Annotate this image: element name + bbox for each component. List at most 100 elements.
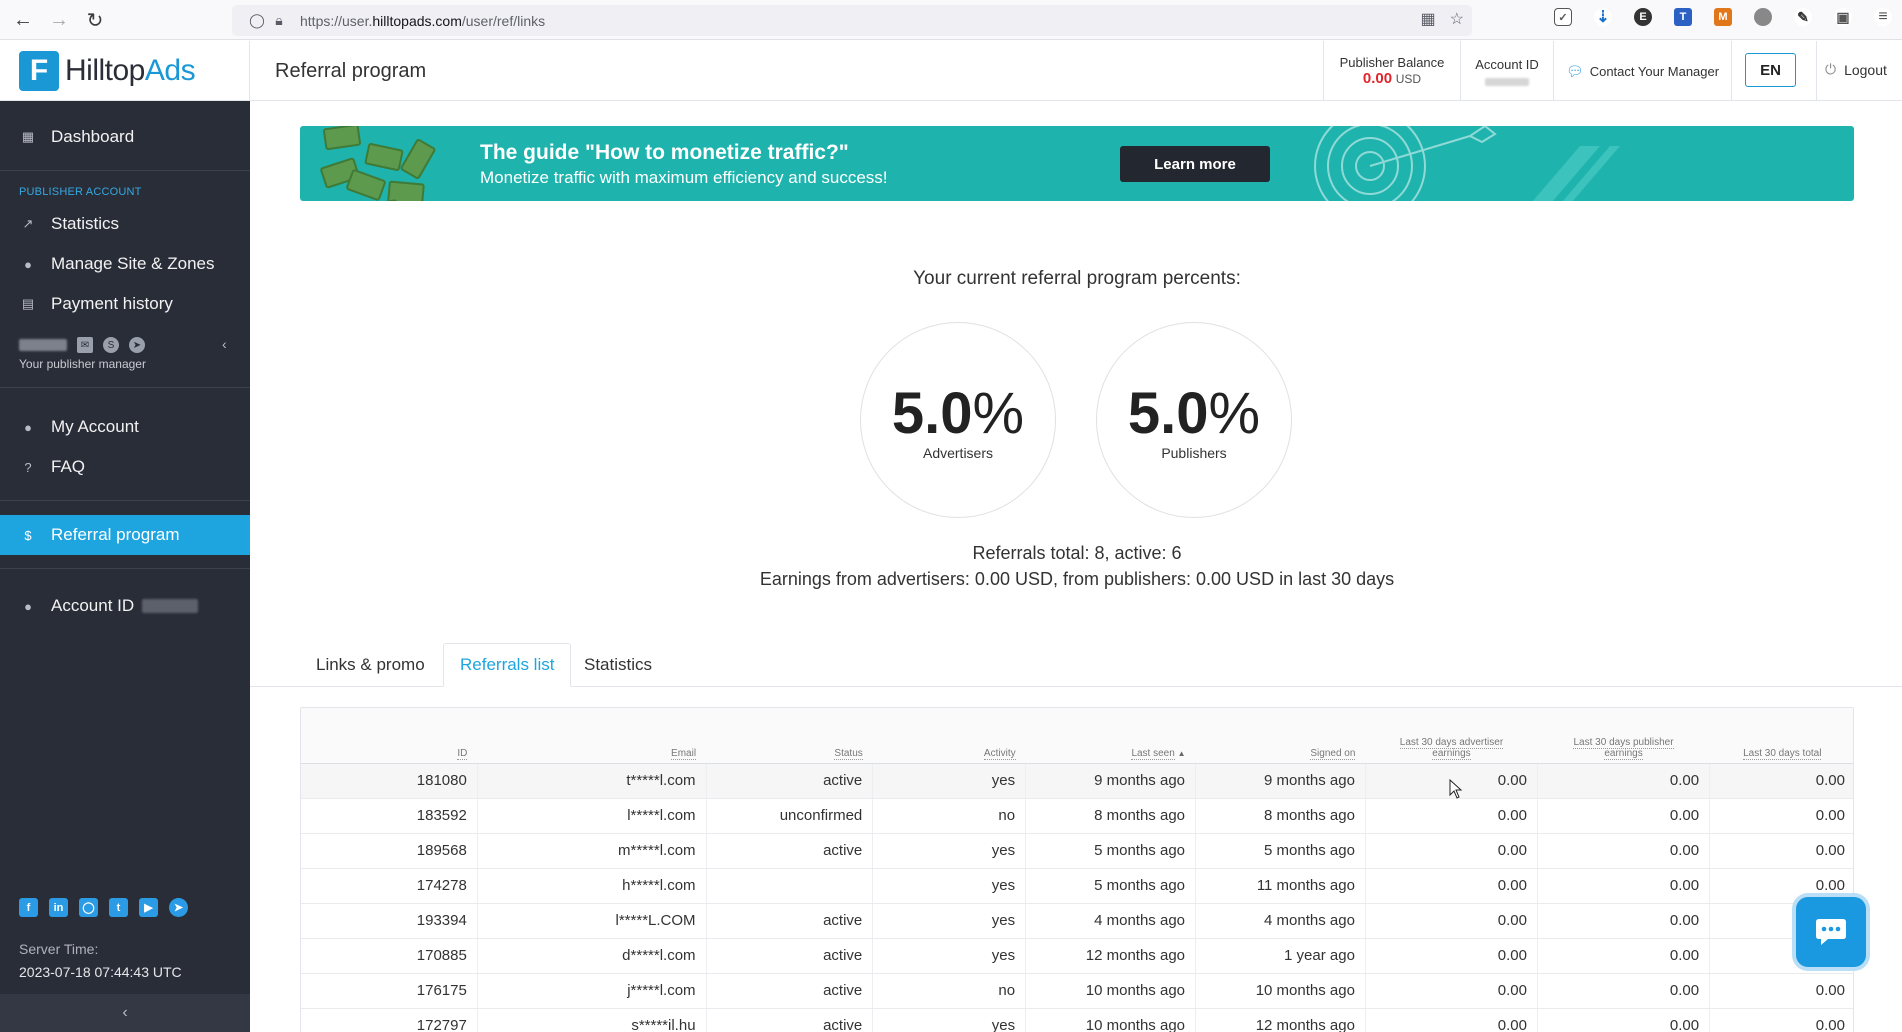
email-icon[interactable]: ✉ xyxy=(77,337,93,353)
column-header-status[interactable]: Status xyxy=(706,708,873,764)
cell-id: 176175 xyxy=(301,973,478,1009)
metamask-icon[interactable]: M xyxy=(1714,8,1732,26)
column-header-activity[interactable]: Activity xyxy=(872,708,1026,764)
cell-signed-on: 12 months ago xyxy=(1195,1008,1366,1032)
tab-statistics[interactable]: Statistics xyxy=(568,643,668,687)
balance-value: 0.00 xyxy=(1362,70,1393,87)
address-bar[interactable]: ◯ 🔒︎ https://user.hilltopads.com/user/re… xyxy=(232,5,1472,36)
column-header-id[interactable]: ID xyxy=(301,708,478,764)
cell-signed-on: 8 months ago xyxy=(1195,798,1366,834)
menu-icon[interactable]: ≡ xyxy=(1874,8,1892,26)
column-header-total[interactable]: Last 30 days total xyxy=(1709,708,1853,764)
cell-email: t*****l.com xyxy=(477,763,707,799)
chat-bubble-icon: 💬︎ xyxy=(1565,62,1584,79)
cell-pub: 0.00 xyxy=(1537,868,1711,904)
cell-last-seen: 8 months ago xyxy=(1025,798,1197,834)
youtube-icon[interactable]: ▶ xyxy=(139,898,158,917)
bookmark-star-icon[interactable]: ☆ xyxy=(1450,9,1464,29)
user-icon: ● xyxy=(24,598,32,614)
sidebar-item-payment-history[interactable]: ▤ Payment history xyxy=(0,284,250,324)
table-row[interactable]: 181080 t*****l.com active yes 9 months ago 9 … xyxy=(301,763,1853,799)
forward-icon[interactable]: → xyxy=(41,2,77,38)
extension-e-icon[interactable]: E xyxy=(1634,8,1652,26)
column-header-email[interactable]: Email xyxy=(477,708,707,764)
contact-manager-button[interactable]: 💬︎ Contact Your Manager xyxy=(1553,41,1731,101)
manager-caption: Your publisher manager xyxy=(19,357,146,371)
column-header-last-seen[interactable]: Last seen ▲ xyxy=(1025,708,1196,764)
cell-signed-on: 1 year ago xyxy=(1195,938,1366,974)
reload-icon[interactable]: ↻ xyxy=(77,2,113,38)
twitter-icon[interactable]: t xyxy=(109,898,128,917)
cell-email: d*****l.com xyxy=(477,938,707,974)
sidebar-item-referral-program[interactable]: $ Referral program xyxy=(0,515,250,555)
cell-signed-on: 5 months ago xyxy=(1195,833,1366,869)
skype-icon[interactable]: S xyxy=(103,337,119,353)
telegram-icon[interactable]: ➤ xyxy=(169,898,188,917)
extension-circle-icon[interactable] xyxy=(1754,8,1772,26)
column-header-pub-earnings[interactable]: Last 30 days publisher earnings xyxy=(1537,708,1710,764)
publishers-percent-circle: 5.0% Publishers xyxy=(1096,322,1292,518)
cell-pub: 0.00 xyxy=(1537,833,1711,869)
table-row[interactable]: 183592 l*****l.com unconfirmed no 8 months a… xyxy=(301,798,1853,834)
cell-signed-on: 10 months ago xyxy=(1195,973,1366,1009)
lock-icon[interactable]: 🔒︎ xyxy=(268,12,290,29)
cell-status: active xyxy=(706,1008,874,1032)
tab-links-promo[interactable]: Links & promo xyxy=(300,643,441,687)
sidebar-item-manage-sites[interactable]: ● Manage Site & Zones xyxy=(0,244,250,284)
cell-id: 170885 xyxy=(301,938,478,974)
column-header-adv-earnings[interactable]: Last 30 days advertiser earnings xyxy=(1365,708,1538,764)
translate-icon[interactable]: ▦ xyxy=(1421,9,1436,29)
cell-total: 0.00 xyxy=(1709,973,1853,1009)
sidebar-item-faq[interactable]: ? FAQ xyxy=(0,447,250,487)
telegram-icon[interactable]: ➤ xyxy=(129,337,145,353)
publisher-balance: Publisher Balance 0.00 USD xyxy=(1323,41,1460,101)
sidebar-item-statistics[interactable]: ↗ Statistics xyxy=(0,204,250,244)
puzzle-extensions-icon[interactable]: ▣ xyxy=(1834,8,1852,26)
facebook-icon[interactable]: f xyxy=(19,898,38,917)
shield-icon[interactable]: ◯ xyxy=(246,12,268,29)
cell-activity: yes xyxy=(872,903,1027,939)
money-icon: ▤ xyxy=(21,296,35,311)
sidebar-collapse-button[interactable]: ‹ xyxy=(0,994,250,1032)
table-row[interactable]: 172797 s*****il.hu active yes 10 months ago 1… xyxy=(301,1008,1853,1032)
pocket-icon[interactable]: ✓ xyxy=(1554,8,1572,26)
tab-referrals-list[interactable]: Referrals list xyxy=(443,643,572,687)
sidebar-item-dashboard[interactable]: ▦ Dashboard xyxy=(0,117,250,157)
server-time-label: Server Time: xyxy=(19,941,99,957)
cell-pub: 0.00 xyxy=(1537,938,1711,974)
column-header-signed-on[interactable]: Signed on xyxy=(1195,708,1366,764)
publisher-manager: ✉ S ➤ xyxy=(19,337,145,353)
table-row[interactable]: 176175 j*****l.com active no 10 months ago 10… xyxy=(301,973,1853,1009)
logo-flag-icon: F xyxy=(19,51,59,91)
sidebar-item-my-account[interactable]: ● My Account xyxy=(0,407,250,447)
cell-adv: 0.00 xyxy=(1365,833,1539,869)
table-row[interactable]: 189568 m*****l.com active yes 5 months ago 5 … xyxy=(301,833,1853,869)
url-text[interactable]: https://user.hilltopads.com/user/ref/lin… xyxy=(300,13,545,29)
advertisers-percent-value: 5.0 xyxy=(891,381,973,446)
language-button[interactable]: EN xyxy=(1745,53,1796,87)
cell-pub: 0.00 xyxy=(1537,798,1711,834)
cell-activity: yes xyxy=(872,763,1027,799)
logout-button[interactable]: ⏻ Logout xyxy=(1825,61,1887,78)
cell-status xyxy=(706,868,874,904)
translate-ext-icon[interactable]: T xyxy=(1674,8,1692,26)
learn-more-button[interactable]: Learn more xyxy=(1120,146,1270,182)
cell-email: l*****l.com xyxy=(477,798,707,834)
download-icon[interactable]: ⇣ xyxy=(1594,8,1612,26)
table-row[interactable]: 170885 d*****l.com active yes 12 months ago 1… xyxy=(301,938,1853,974)
grid-icon: ▦ xyxy=(21,129,35,144)
back-icon[interactable]: ← xyxy=(5,2,41,38)
chat-widget-button[interactable] xyxy=(1796,897,1866,967)
target-illustration xyxy=(1314,126,1620,201)
sidebar-item-account-id[interactable]: ● Account ID xyxy=(0,586,250,626)
table-row[interactable]: 193394 l*****L.COM active yes 4 months ago 4 … xyxy=(301,903,1853,939)
referrals-table: ID Email Status Activity Last seen ▲ Sig… xyxy=(300,707,1854,1032)
table-row[interactable]: 174278 h*****l.com yes 5 months ago 11 month… xyxy=(301,868,1853,904)
chevron-left-icon[interactable]: ‹ xyxy=(222,336,227,352)
instagram-icon[interactable]: ◯ xyxy=(79,898,98,917)
linkedin-icon[interactable]: in xyxy=(49,898,68,917)
cell-id: 193394 xyxy=(301,903,478,939)
logo[interactable]: F HilltopAds xyxy=(0,41,250,101)
pen-ext-icon[interactable]: ✎ xyxy=(1794,8,1812,26)
promo-banner[interactable]: The guide "How to monetize traffic?" Mon… xyxy=(300,126,1854,201)
